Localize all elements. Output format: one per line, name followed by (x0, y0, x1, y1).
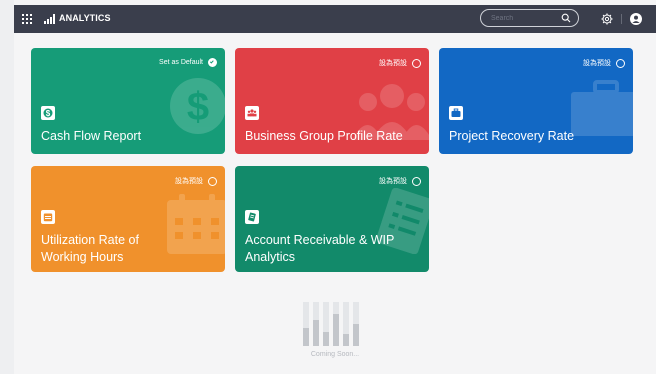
set-default-toggle[interactable]: 設為預設 (175, 176, 217, 186)
report-card-cash-flow[interactable]: $ Set as Default $ Cash Flow Report (31, 48, 225, 154)
card-title: Business Group Profile Rate (245, 129, 403, 143)
report-card-project-recovery[interactable]: 設為預設 Project Recovery Rate (439, 48, 633, 154)
search-input[interactable] (491, 12, 557, 24)
card-title-line2: Working Hours (41, 250, 124, 264)
app-frame: ANALYTICS $ (14, 0, 656, 374)
default-radio[interactable] (412, 58, 421, 68)
coming-soon-bar-chart-icon (303, 302, 359, 346)
set-default-label: 設為預設 (175, 178, 203, 185)
default-radio[interactable] (412, 176, 421, 186)
group-icon (245, 106, 259, 120)
top-navigation-bar: ANALYTICS (14, 5, 656, 33)
user-avatar-icon[interactable] (630, 13, 642, 25)
toolbar-divider (621, 14, 622, 24)
coming-soon-label: Coming Soon... (310, 351, 360, 358)
set-default-label: Set as Default (159, 59, 203, 66)
card-title-line1: Account Receivable & WIP (245, 233, 395, 247)
set-default-toggle[interactable]: 設為預設 (379, 176, 421, 186)
set-default-toggle[interactable]: 設為預設 (583, 58, 625, 68)
briefcase-icon (449, 106, 463, 120)
card-title: Utilization Rate of Working Hours (41, 232, 221, 266)
check-icon (209, 60, 214, 64)
report-card-business-group[interactable]: 設為預設 Business Group Profile Rate (235, 48, 429, 154)
dollar-background-icon: $ (170, 78, 225, 134)
set-default-toggle[interactable]: 設為預設 (379, 58, 421, 68)
svg-text:$: $ (187, 85, 209, 129)
card-title: Cash Flow Report (41, 129, 142, 143)
set-default-label: 設為預設 (379, 60, 407, 67)
set-default-label: 設為預設 (583, 60, 611, 67)
card-title: Project Recovery Rate (449, 129, 575, 143)
calendar-icon (41, 210, 55, 224)
receipt-icon (245, 210, 259, 224)
card-title-line1: Utilization Rate of (41, 233, 139, 247)
search-box[interactable] (480, 9, 579, 27)
card-title-line2: Analytics (245, 250, 296, 264)
search-icon[interactable] (561, 13, 571, 23)
default-radio[interactable] (616, 58, 625, 68)
app-title: ANALYTICS (59, 13, 111, 23)
card-title: Account Receivable & WIP Analytics (245, 232, 425, 266)
default-radio-checked[interactable] (208, 58, 217, 67)
svg-text:$: $ (46, 109, 51, 118)
default-radio[interactable] (208, 176, 217, 186)
gear-icon[interactable] (601, 13, 613, 25)
report-card-utilization-rate[interactable]: 設為預設 Utilization Rate of Working Hours (31, 166, 225, 272)
set-default-toggle[interactable]: Set as Default (159, 58, 217, 67)
analytics-logo-icon (44, 14, 55, 24)
report-card-account-receivable[interactable]: 設為預設 Account Receivable & WIP Analytics (235, 166, 429, 272)
set-default-label: 設為預設 (379, 178, 407, 185)
dollar-icon: $ (41, 106, 55, 120)
app-grid-icon[interactable] (22, 14, 32, 24)
